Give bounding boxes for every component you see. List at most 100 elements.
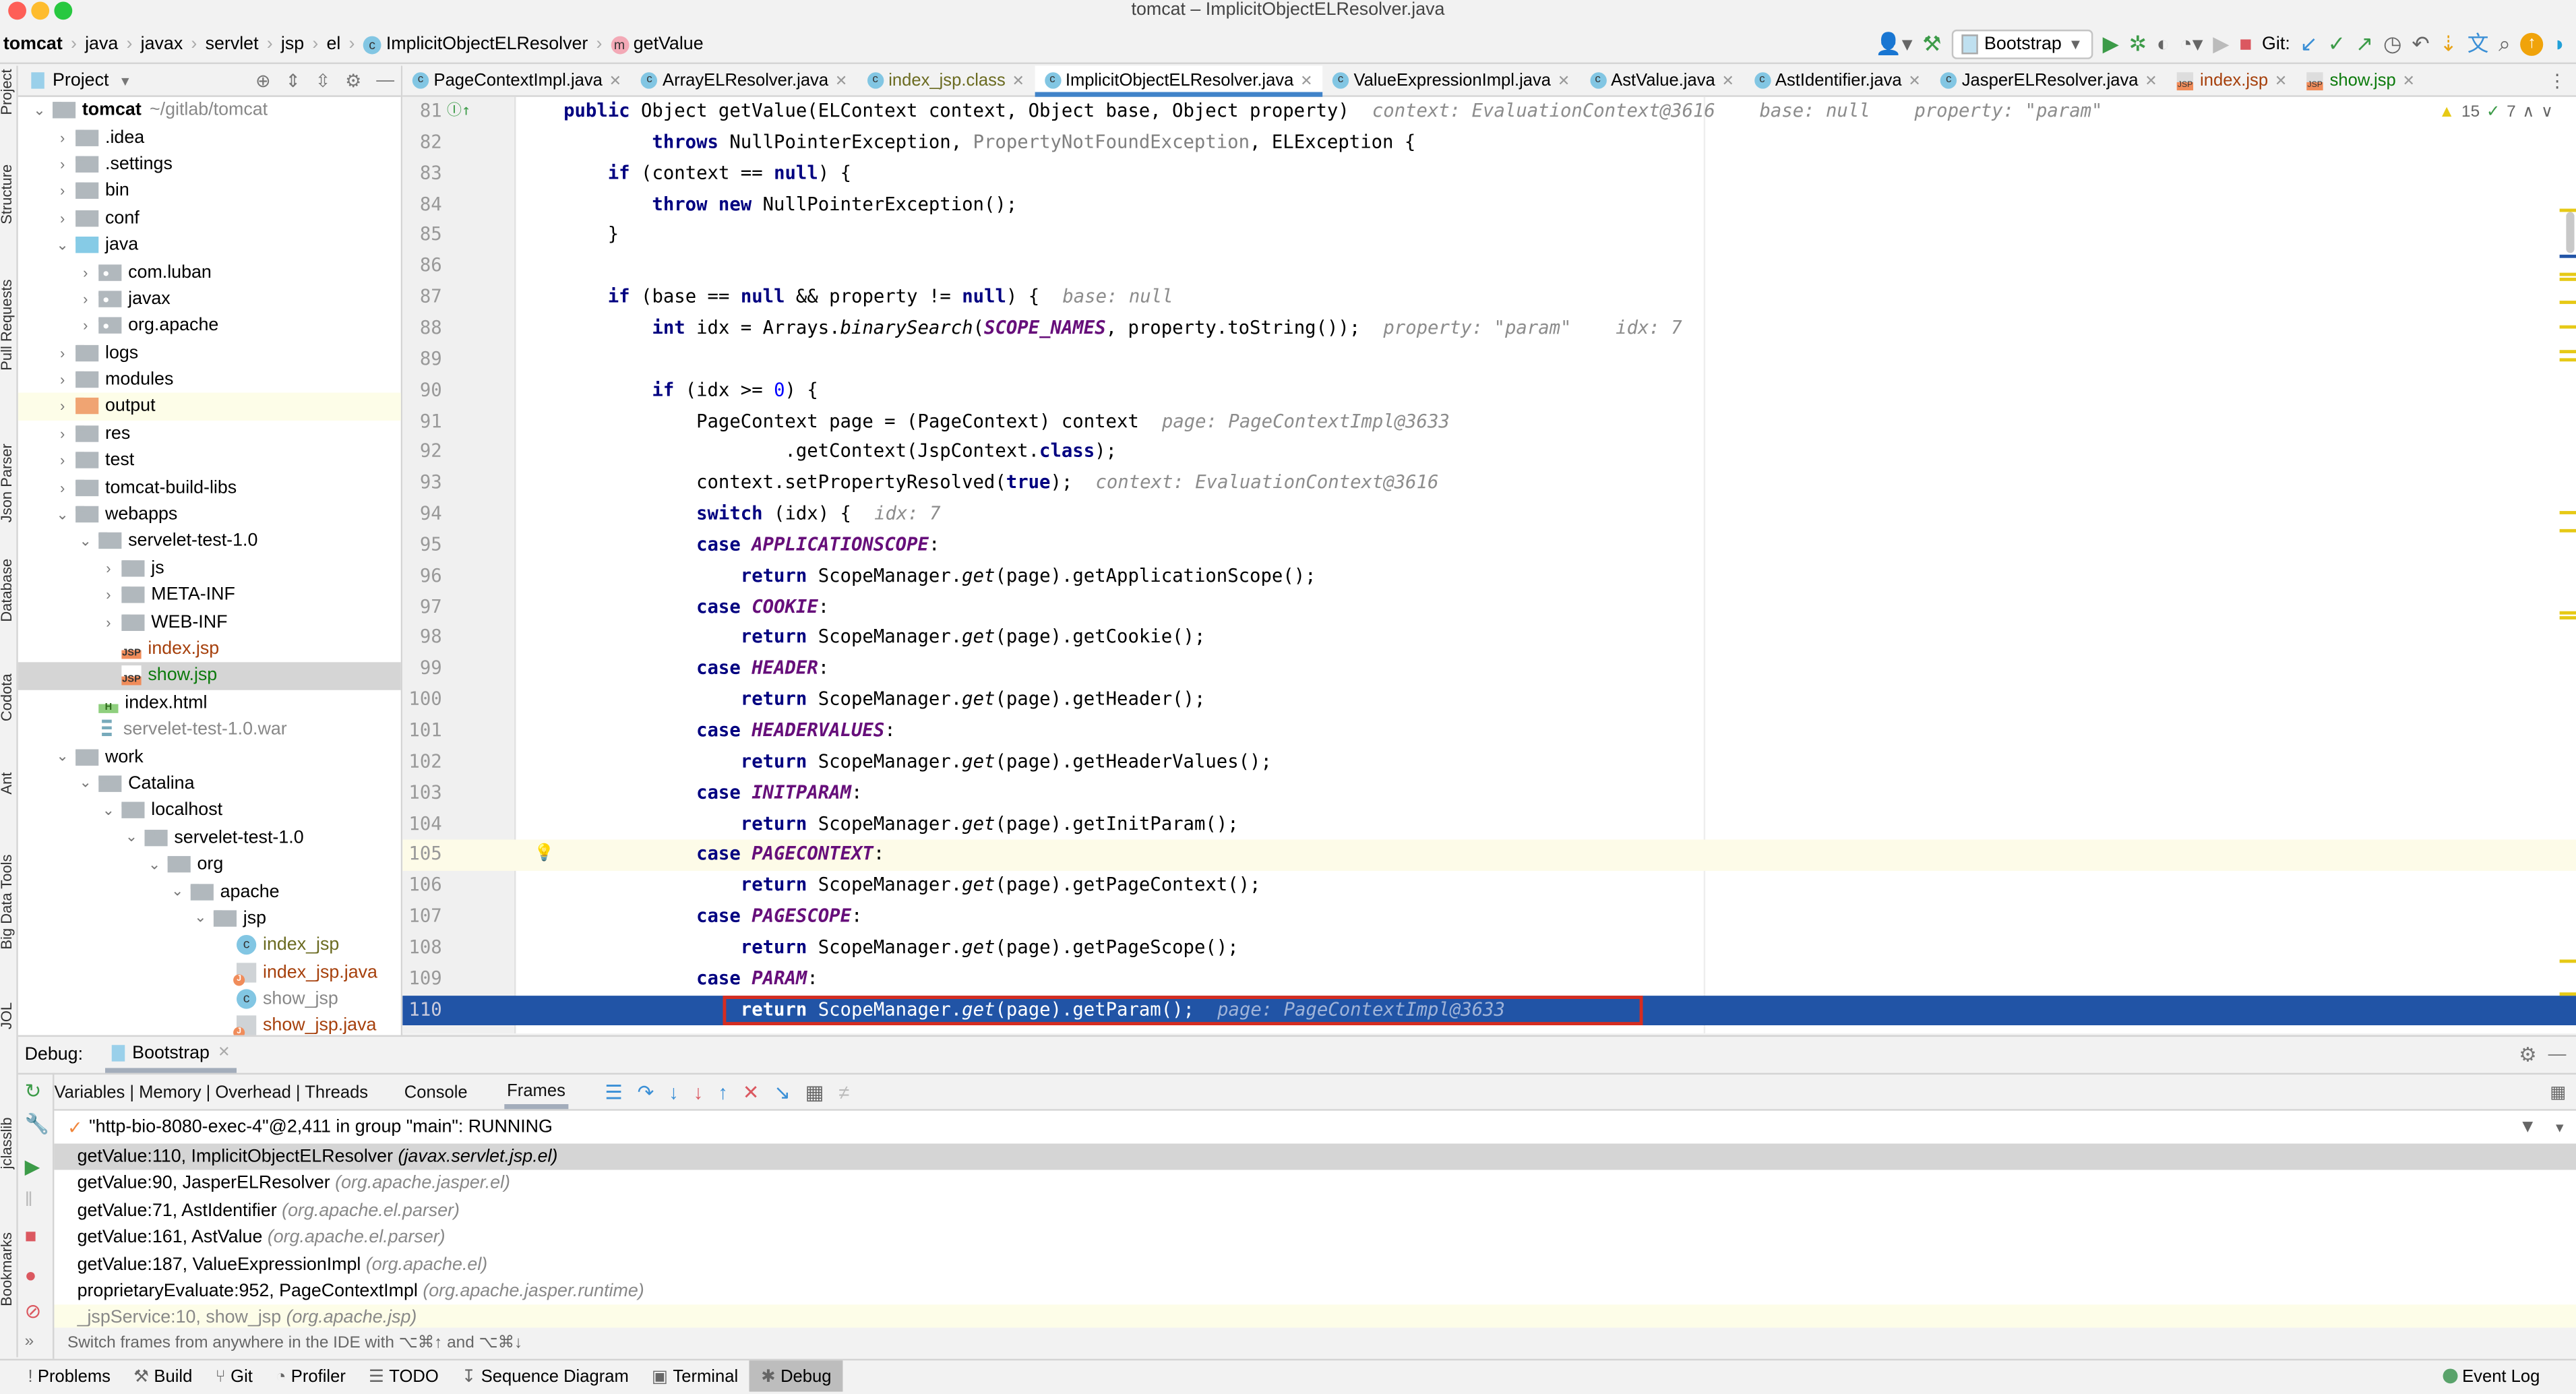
collapse-all-icon[interactable]: ⇳	[315, 70, 330, 91]
debug-icon[interactable]: ✲	[2129, 26, 2147, 63]
minimize-window-button[interactable]	[31, 1, 50, 20]
line-number[interactable]: 101	[402, 717, 441, 748]
code-editor[interactable]: 81 public Object getValue(ELContext conte…	[402, 96, 2576, 1034]
debug-session-tab[interactable]: Bootstrap ✕	[106, 1037, 237, 1073]
close-tab-icon[interactable]: ✕	[2403, 71, 2415, 90]
tool-window-profiler[interactable]: ◔ Profiler	[264, 1360, 357, 1391]
stripe-mark[interactable]	[2559, 272, 2576, 276]
chevron-right-icon[interactable]: ›	[100, 587, 117, 603]
stripe-mark[interactable]	[2559, 254, 2576, 258]
chevron-down-icon[interactable]: ⌄	[78, 775, 94, 793]
chevron-right-icon[interactable]: ›	[54, 183, 70, 199]
tree-item[interactable]: ⌄ webapps	[18, 501, 401, 528]
tree-item[interactable]: › WEB-INF	[18, 609, 401, 636]
chevron-down-icon[interactable]: ⌄	[192, 909, 208, 928]
pause-icon[interactable]: ‖	[25, 1188, 33, 1211]
close-tab-icon[interactable]: ✕	[1558, 71, 1570, 90]
git-update-icon[interactable]: ↙	[2300, 26, 2318, 63]
chevron-right-icon[interactable]: ›	[54, 371, 70, 388]
code-line[interactable]: 109 case PARAM:	[402, 964, 2576, 995]
previous-highlight-icon[interactable]: ∧	[2522, 104, 2534, 122]
settings-wrench-icon[interactable]: 🔧	[25, 1112, 49, 1135]
tab-console[interactable]: Console	[404, 1082, 468, 1101]
chevron-down-icon[interactable]: ⌄	[169, 882, 185, 901]
stack-frame[interactable]: getValue:110, ImplicitObjectELResolver (…	[54, 1143, 2576, 1171]
run-icon[interactable]: ▶	[2103, 26, 2119, 63]
breadcrumb-item[interactable]: el	[324, 34, 344, 54]
stripe-mark[interactable]	[2559, 992, 2576, 996]
chevron-down-icon[interactable]: ▼	[2553, 1120, 2566, 1134]
run-config-select[interactable]: Bootstrap ▼	[1951, 29, 2093, 59]
editor-tab[interactable]: c index_jsp.class ✕	[857, 66, 1035, 96]
layout-icon[interactable]: ☰	[605, 1081, 622, 1103]
chevron-right-icon[interactable]: ›	[54, 344, 70, 361]
resume-program-icon[interactable]: ▶	[25, 1155, 40, 1178]
line-number[interactable]: 92	[402, 437, 442, 468]
code-line[interactable]: 107 case PAGESCOPE:	[402, 902, 2576, 933]
close-icon[interactable]: ✕	[218, 1043, 230, 1062]
breadcrumb-item[interactable]: c ImplicitObjectELResolver	[360, 34, 591, 54]
line-number[interactable]: 100	[402, 686, 441, 717]
close-window-button[interactable]	[8, 1, 26, 20]
tool-window-pull-requests[interactable]: Pull Requests	[0, 279, 15, 370]
git-history-icon[interactable]: ◷	[2383, 26, 2402, 63]
code-line[interactable]: 97 case COOKIE:	[402, 593, 2576, 624]
tree-item[interactable]: ⌄ tomcat ~/gitlab/tomcat	[18, 97, 401, 124]
stripe-mark[interactable]	[2559, 208, 2576, 212]
user-account-icon[interactable]: 👤▾	[1875, 26, 1912, 63]
stripe-mark[interactable]	[2559, 350, 2576, 354]
stripe-mark[interactable]	[2559, 959, 2576, 963]
event-log-button[interactable]: Event Log	[2442, 1366, 2540, 1386]
rerun-icon[interactable]: ↻	[25, 1079, 42, 1102]
locate-icon[interactable]: ⊕	[255, 70, 270, 91]
code-line[interactable]: 108 return ScopeManager.get(page).getPag…	[402, 933, 2576, 964]
update-icon[interactable]: ↑	[2520, 32, 2544, 56]
plugin-icon[interactable]: ◗	[2553, 26, 2566, 63]
close-tab-icon[interactable]: ✕	[2275, 71, 2287, 90]
implements-method-icon[interactable]: Ⓘ↑	[447, 97, 470, 128]
tool-window-jclasslib[interactable]: jclasslib	[0, 1118, 15, 1170]
tool-window-big-data-tools[interactable]: Big Data Tools	[0, 855, 15, 950]
tool-window-codota[interactable]: Codota	[0, 673, 15, 721]
breadcrumb-item[interactable]: m getValue	[607, 34, 707, 54]
tool-window-json-parser[interactable]: Json Parser	[0, 444, 15, 522]
code-line[interactable]: 105 case PAGECONTEXT: 💡	[402, 840, 2576, 872]
line-number[interactable]: 110	[402, 995, 441, 1026]
project-view-selector[interactable]: Project	[53, 71, 109, 90]
tree-item[interactable]: › conf	[18, 205, 401, 232]
code-line[interactable]: 90 if (idx >= 0) {	[402, 375, 2576, 406]
tree-item[interactable]: › tomcat-build-libs	[18, 474, 401, 501]
code-line[interactable]: 100 return ScopeManager.get(page).getHea…	[402, 686, 2576, 717]
tree-item[interactable]: › META-INF	[18, 582, 401, 609]
inspection-widget[interactable]: ▲ 15 ✓ 7 ∧ ∨	[2439, 104, 2553, 122]
tree-item[interactable]: › modules	[18, 366, 401, 393]
code-line[interactable]: 91 PageContext page = (PageContext) cont…	[402, 406, 2576, 437]
tab-frames[interactable]: Frames	[503, 1074, 569, 1110]
chevron-down-icon[interactable]: ⌄	[100, 801, 117, 820]
editor-tab[interactable]: c ArrayELResolver.java ✕	[632, 66, 857, 96]
line-number[interactable]: 89	[402, 344, 442, 375]
run-to-cursor-icon[interactable]: ↘	[774, 1081, 791, 1103]
chevron-down-icon[interactable]: ⌄	[54, 236, 70, 254]
code-line[interactable]: 87 if (base == null && property != null)…	[402, 282, 2576, 313]
tree-item[interactable]: servelet-test-1.0.war	[18, 717, 401, 744]
sequence-diagram-icon[interactable]: ⇣	[2440, 26, 2458, 63]
tree-item[interactable]: Hindex.html	[18, 690, 401, 717]
tree-item[interactable]: ⌄ org	[18, 851, 401, 878]
code-line[interactable]: 94 switch (idx) {idx: 7	[402, 499, 2576, 531]
chevron-right-icon[interactable]: ›	[54, 129, 70, 146]
breadcrumb-item[interactable]: tomcat	[0, 34, 66, 54]
stack-frame[interactable]: getValue:161, AstValue (org.apache.el.pa…	[54, 1224, 2576, 1251]
editor-tab[interactable]: JSP show.jsp ✕	[2297, 66, 2425, 96]
line-number[interactable]: 85	[402, 221, 442, 252]
line-number[interactable]: 98	[402, 624, 442, 655]
line-number[interactable]: 82	[402, 128, 442, 159]
git-commit-icon[interactable]: ✓	[2328, 26, 2346, 63]
code-line[interactable]: 95 case APPLICATIONSCOPE:	[402, 531, 2576, 562]
close-tab-icon[interactable]: ✕	[1908, 71, 1920, 90]
tool-window-bookmarks[interactable]: Bookmarks	[0, 1232, 15, 1306]
gear-icon[interactable]: ⚙	[2519, 1043, 2536, 1066]
tree-item[interactable]: JSP index.jsp	[18, 636, 401, 663]
code-line[interactable]: 102 return ScopeManager.get(page).getHea…	[402, 748, 2576, 779]
tool-window-todo[interactable]: ☰ TODO	[357, 1360, 450, 1391]
